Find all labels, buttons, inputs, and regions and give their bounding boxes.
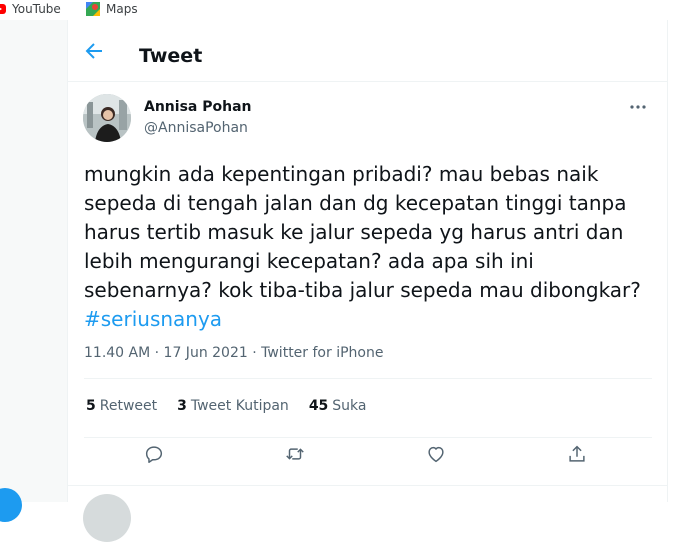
meta-separator: · xyxy=(252,345,262,361)
author-handle[interactable]: @AnnisaPohan xyxy=(144,120,248,136)
bookmark-youtube-label: YouTube xyxy=(12,2,61,16)
share-icon[interactable] xyxy=(566,443,588,465)
quote-count-link[interactable]: 3 Tweet Kutipan xyxy=(177,398,289,414)
more-options-icon[interactable] xyxy=(627,100,649,114)
hashtag-link[interactable]: #seriusnanya xyxy=(84,305,654,334)
left-background xyxy=(0,20,67,502)
tweet-line: sebenarnya? kok tiba-tiba jalur sepeda m… xyxy=(84,278,641,302)
back-arrow-icon[interactable] xyxy=(82,39,106,63)
retweet-label: Retweet xyxy=(99,398,158,414)
retweet-count: 5 xyxy=(86,398,96,414)
divider xyxy=(84,378,652,379)
tweet-time[interactable]: 11.40 AM xyxy=(84,345,150,361)
like-count-link[interactable]: 45 Suka xyxy=(309,398,367,414)
tweet-actions xyxy=(68,443,667,467)
like-label: Suka xyxy=(332,398,367,414)
tweet-line: sepeda di tengah jalan dan dg kecepatan … xyxy=(84,191,627,215)
reply-icon[interactable] xyxy=(143,443,165,465)
quote-count: 3 xyxy=(177,398,187,414)
bookmarks-bar: YouTube Maps xyxy=(0,0,682,20)
tweet-header: Tweet xyxy=(68,20,667,82)
quote-label: Tweet Kutipan xyxy=(190,398,289,414)
bookmark-maps[interactable]: Maps xyxy=(86,2,138,16)
bookmark-maps-label: Maps xyxy=(106,2,138,16)
tweet-meta: 11.40 AM · 17 Jun 2021 · Twitter for iPh… xyxy=(84,345,383,361)
tweet-line: harus tertib masuk ke jalur sepeda yg ha… xyxy=(84,220,624,244)
tweet-stats: 5 Retweet 3 Tweet Kutipan 45 Suka xyxy=(86,398,387,414)
bookmark-youtube[interactable]: YouTube xyxy=(0,2,61,16)
divider xyxy=(84,437,652,438)
maps-icon xyxy=(86,2,100,16)
reply-avatar[interactable] xyxy=(83,494,131,542)
meta-separator: · xyxy=(154,345,164,361)
tweet-text: mungkin ada kepentingan pribadi? mau beb… xyxy=(84,160,654,334)
author-name[interactable]: Annisa Pohan xyxy=(144,99,251,115)
like-count: 45 xyxy=(308,398,329,414)
page-title: Tweet xyxy=(139,45,203,67)
tweet-column: Tweet Annisa Pohan @AnnisaPohan mungkin … xyxy=(67,20,668,542)
tweet-line: mungkin ada kepentingan pribadi? mau beb… xyxy=(84,162,599,186)
retweet-icon[interactable] xyxy=(284,443,306,465)
retweet-count-link[interactable]: 5 Retweet xyxy=(86,398,157,414)
tweet-source[interactable]: Twitter for iPhone xyxy=(261,345,383,361)
tweet-line: lebih mengurangi kecepatan? ada apa sih … xyxy=(84,249,534,273)
youtube-icon xyxy=(0,4,6,14)
like-icon[interactable] xyxy=(425,443,447,465)
tweet-date[interactable]: 17 Jun 2021 xyxy=(164,345,248,361)
avatar[interactable] xyxy=(83,94,131,142)
divider xyxy=(68,485,667,486)
